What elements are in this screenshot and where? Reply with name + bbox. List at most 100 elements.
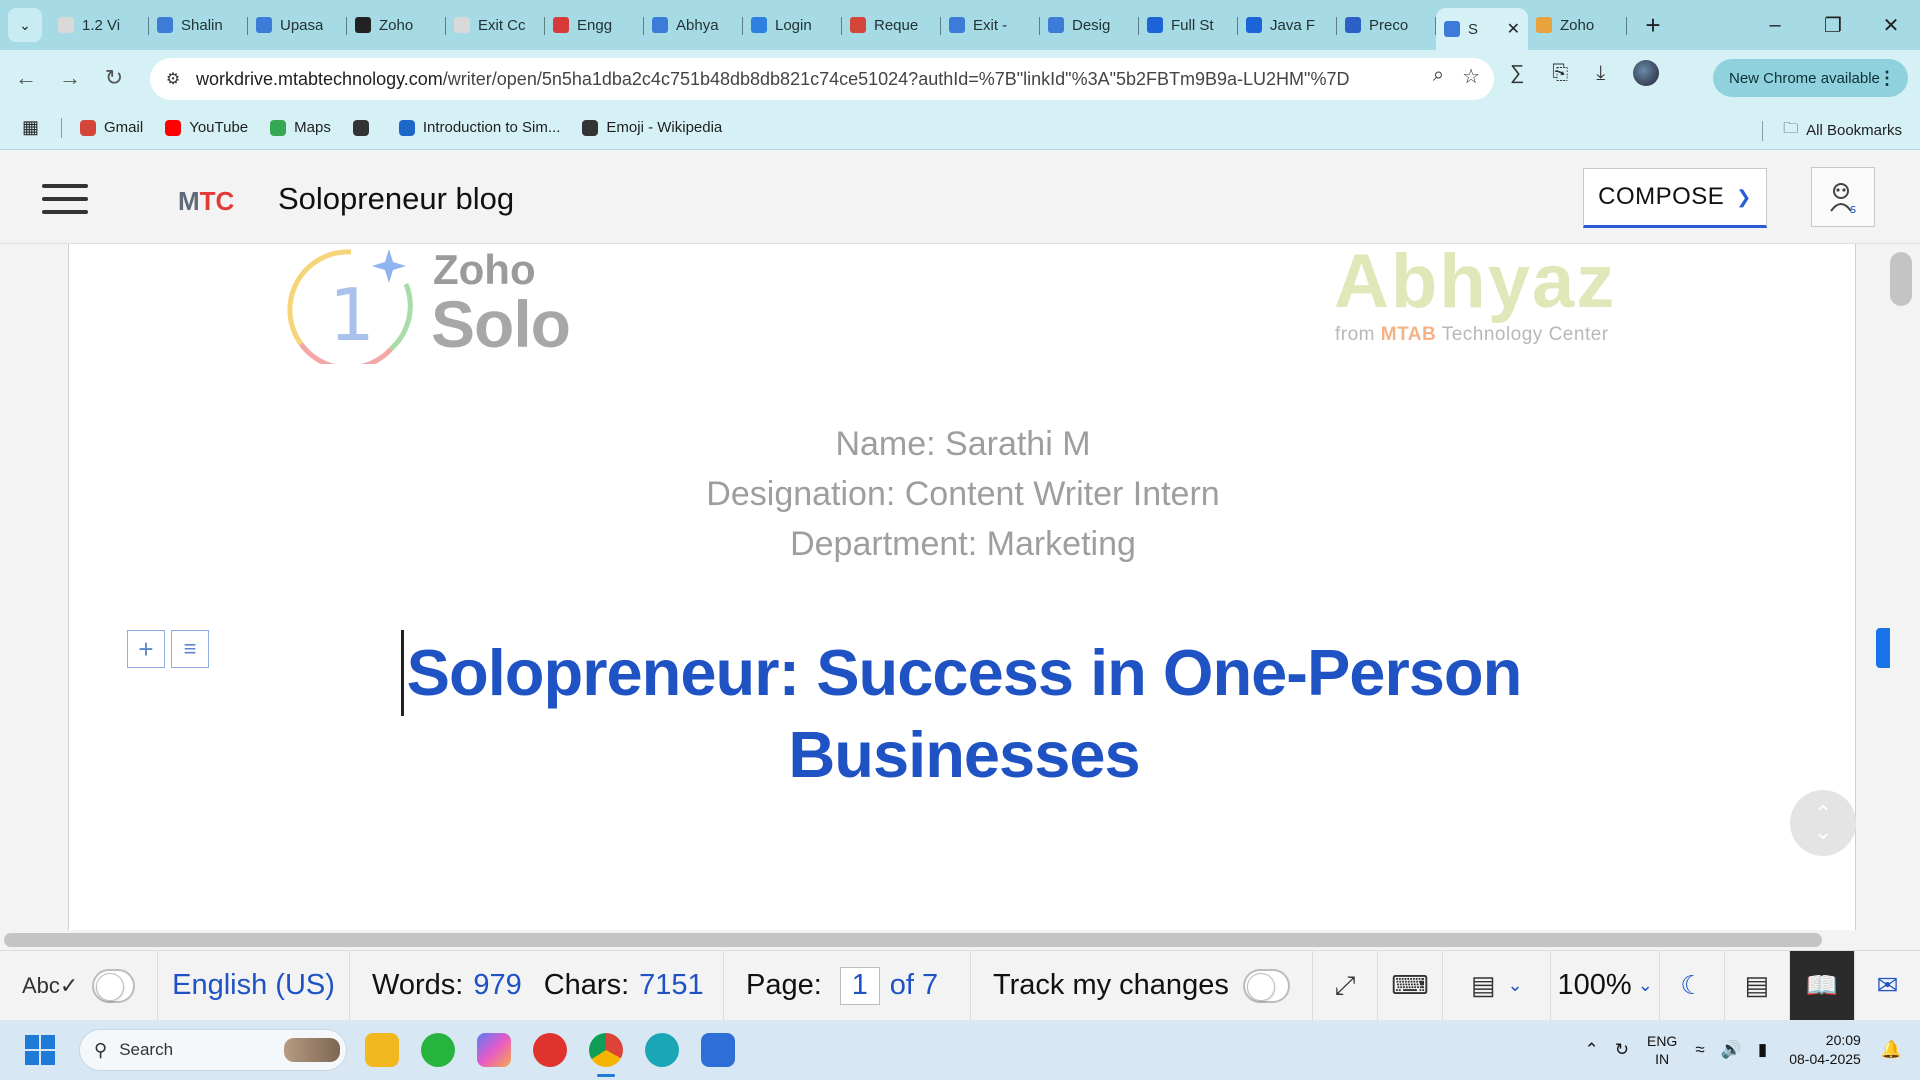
browser-tab[interactable]: S ✕ [1436,8,1528,50]
spellcheck-abc-icon[interactable]: Abc✓ [22,973,78,999]
page-number-input[interactable]: 1 [839,966,880,1005]
new-chrome-available-button[interactable]: New Chrome available ⋮ [1713,59,1908,97]
page-layout-icon[interactable]: ▤ ⌄ [1443,950,1552,1021]
horizontal-scrollbar[interactable] [0,930,1920,950]
browser-tab[interactable]: Abhya [644,6,743,44]
track-changes-cell: Track my changes [971,950,1313,1021]
keyboard-icon[interactable]: ⌨ [1378,950,1444,1021]
system-clock[interactable]: 20:09 08-04-2025 [1789,1031,1861,1069]
tab-label: Abhya [676,16,719,34]
bookmark-item[interactable]: Introduction to Sim... [398,119,560,136]
reload-icon[interactable]: ↻ [96,60,132,96]
author-designation[interactable]: Designation: Content Writer Intern [69,475,1857,514]
browser-tab[interactable]: Zoho [1528,6,1627,44]
show-hidden-icons-chevron-up-icon[interactable]: ⌃ [1584,1040,1598,1060]
download-icon[interactable]: ⤓ [1596,62,1605,85]
fullscreen-icon[interactable]: ⤢ [1313,950,1379,1021]
document-title[interactable]: Solopreneur blog [278,181,514,217]
browser-tab[interactable]: Preco [1337,6,1436,44]
track-changes-toggle[interactable] [1242,968,1290,1003]
dark-mode-moon-icon[interactable]: ☾ [1660,950,1725,1021]
extension-s-icon[interactable]: ∑ [1510,62,1524,85]
browser-tab[interactable]: Upasa [248,6,347,44]
email-envelope-icon[interactable]: ✉ [1855,951,1920,1021]
battery-icon[interactable]: ▮ [1758,1040,1767,1060]
track-changes-label: Track my changes [992,969,1229,1001]
browser-tab[interactable]: Login [743,6,842,44]
chrome-icon[interactable] [589,1033,623,1077]
compose-button[interactable]: COMPOSE ❯ [1583,168,1767,228]
chat-app-icon[interactable] [645,1033,679,1067]
bookmark-star-icon[interactable]: ☆ [1462,64,1480,89]
minimize-icon[interactable]: – [1746,0,1804,50]
zoom-magnifier-icon[interactable]: ⌕ [1433,64,1444,89]
back-arrow-icon[interactable]: ← [8,60,44,96]
taskbar-search-box[interactable]: ⚲ Search [79,1029,347,1071]
bookmark-item[interactable]: Gmail [80,119,143,136]
all-bookmarks-button[interactable]: 🗀 All Bookmarks [1762,118,1902,143]
svg-text:s: s [1850,202,1856,215]
browser-tab[interactable]: Exit - [941,6,1040,44]
web-layout-icon[interactable]: ▤ [1725,950,1790,1021]
wps-office-icon[interactable] [533,1033,567,1067]
zia-assistant-icon[interactable]: s [1811,167,1875,227]
document-page[interactable]: 1 Zoho Solo Abhyaz from MTAB Technology … [68,239,1857,930]
copilot-icon[interactable] [477,1033,511,1067]
file-explorer-icon[interactable] [365,1033,399,1067]
tab-close-icon[interactable]: ✕ [1507,19,1520,39]
browser-tab[interactable]: Shalin [149,6,248,44]
horizontal-scrollbar-thumb[interactable] [4,933,1822,947]
sync-icon[interactable]: ↻ [1615,1040,1629,1060]
hamburger-menu-icon[interactable] [42,184,88,214]
bookmark-list: Gmail YouTube Maps Introduction to Sim... Em… [80,119,744,136]
reading-mode-book-icon[interactable]: 📖 [1789,950,1855,1021]
spellcheck-toggle[interactable] [92,968,135,1003]
author-name[interactable]: Name: Sarathi M [69,425,1857,464]
site-info-icon[interactable]: ⚙ [158,64,188,94]
kebab-menu-icon[interactable]: ⋮ [1878,68,1896,89]
bookmark-item[interactable]: Maps [270,119,331,136]
window-controls: – ❐ ✕ [1746,0,1920,50]
browser-tab[interactable]: Java F [1238,6,1337,44]
browser-tab[interactable]: Reque [842,6,941,44]
bookmark-item[interactable]: Emoji - Wikipedia [582,119,722,136]
whatsapp-icon[interactable] [421,1033,455,1067]
vertical-scrollbar-thumb[interactable] [1890,252,1912,306]
browser-tab[interactable]: Exit Cc [446,6,545,44]
address-bar[interactable]: ⚙ workdrive.mtabtechnology.com/writer/op… [150,58,1494,100]
url-text[interactable]: workdrive.mtabtechnology.com/writer/open… [196,69,1376,90]
extensions-puzzle-icon[interactable]: ⎘ [1552,62,1568,85]
close-window-icon[interactable]: ✕ [1862,0,1920,50]
document-heading[interactable]: Solopreneur: Success in One-Person Busin… [399,632,1529,796]
language-selector[interactable]: English (US) [158,950,350,1021]
profile-avatar[interactable] [1633,60,1660,86]
paragraph-lines-icon[interactable]: ≡ [171,630,209,668]
wifi-icon[interactable]: ≈ [1695,1040,1704,1060]
zoom-selector[interactable]: 100% ⌄ [1551,950,1660,1021]
bookmark-item[interactable] [352,119,377,136]
volume-icon[interactable]: 🔊 [1721,1040,1742,1060]
tab-list: 1.2 Vi Shalin Upasa Zoho Exit Cc Engg Abhya Log… [50,0,1627,50]
restore-icon[interactable]: ❐ [1804,0,1862,50]
new-tab-plus-icon[interactable]: + [1637,9,1669,41]
browser-tab[interactable]: Engg [545,6,644,44]
language-label: English (US) [172,969,335,1001]
notifications-bell-icon[interactable]: 🔔 [1881,1040,1902,1060]
side-panel-tab[interactable] [1876,628,1890,668]
browser-tab[interactable]: 1.2 Vi [50,6,149,44]
browser-tab[interactable]: Zoho [347,6,446,44]
apps-grid-icon[interactable]: ▦ [22,117,39,138]
forward-arrow-icon[interactable]: → [52,60,88,96]
search-icon: ⚲ [94,1039,108,1060]
browser-tab[interactable]: Full St [1139,6,1238,44]
author-department[interactable]: Department: Marketing [69,525,1857,564]
tab-search-chevron-icon[interactable]: ⌄ [8,8,42,42]
insert-plus-icon[interactable]: + [127,630,165,668]
input-language-indicator[interactable]: ENG IN [1647,1032,1677,1068]
bookmark-item[interactable]: YouTube [165,119,248,136]
notepad-icon[interactable] [701,1033,735,1067]
browser-tab[interactable]: Desig [1040,6,1139,44]
windows-start-icon[interactable] [25,1035,55,1065]
scroll-navigation-button[interactable]: ⌃ ⌄ [1790,790,1856,856]
document-canvas[interactable]: 1 Zoho Solo Abhyaz from MTAB Technology … [0,239,1920,930]
